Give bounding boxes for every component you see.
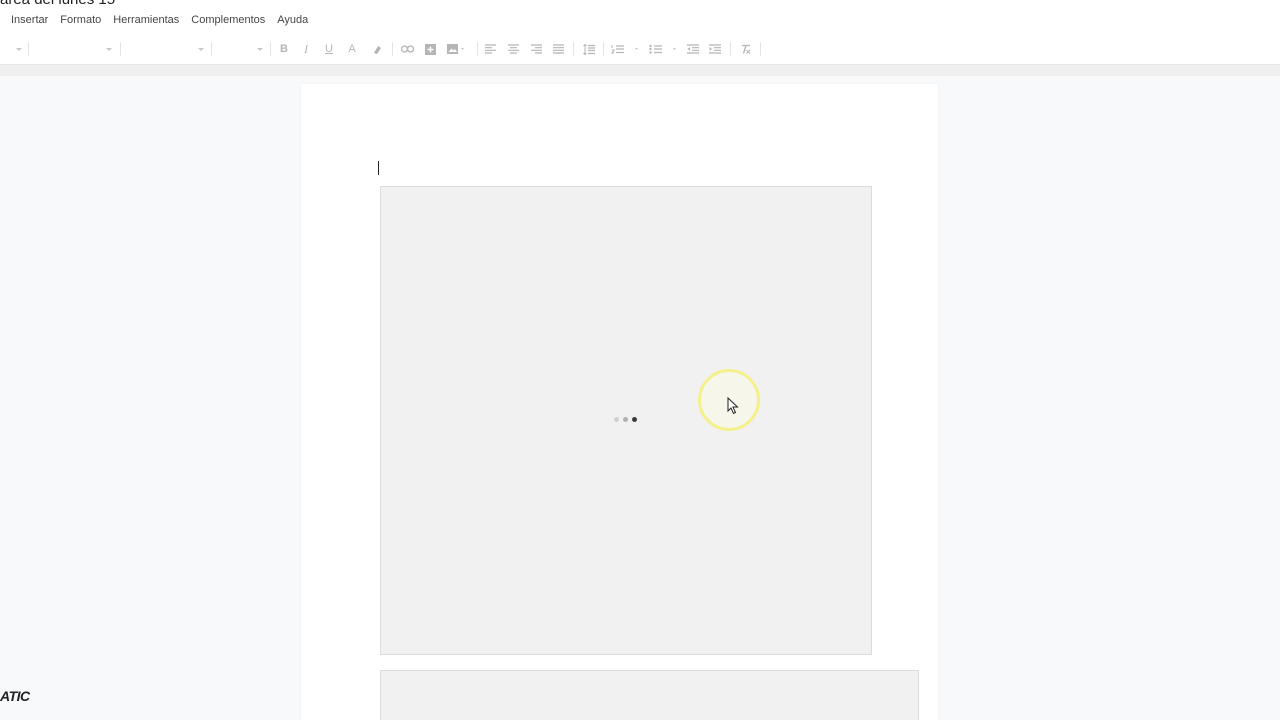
mouse-pointer-icon	[727, 396, 739, 420]
chevron-down-icon	[198, 47, 204, 51]
insert-link-button[interactable]	[398, 40, 416, 58]
align-center-icon	[507, 44, 519, 54]
chevron-down-icon	[257, 47, 263, 51]
toolbar-separator	[730, 42, 731, 56]
clear-formatting-button[interactable]	[736, 40, 754, 58]
styles-dropdown[interactable]	[8, 43, 22, 55]
line-spacing-button[interactable]	[580, 40, 598, 58]
toolbar-separator	[573, 42, 574, 56]
align-left-button[interactable]	[481, 40, 499, 58]
line-spacing-icon	[583, 43, 595, 55]
text-color-button[interactable]: A	[343, 40, 361, 58]
toolbar-separator	[477, 42, 478, 56]
font-size-dropdown[interactable]	[215, 43, 263, 55]
formatting-toolbar: B I U A	[0, 37, 1280, 61]
text-caret	[378, 161, 379, 175]
insert-comment-icon	[424, 43, 436, 55]
menu-bar: Insertar Formato Herramientas Complement…	[5, 11, 314, 29]
toolbar-separator	[270, 42, 271, 56]
bulleted-list-button[interactable]	[648, 40, 680, 58]
numbered-list-button[interactable]	[610, 40, 642, 58]
docs-editor-window: area del lunes 15 Insertar Formato Herra…	[0, 0, 1280, 720]
menu-addons[interactable]: Complementos	[185, 12, 271, 28]
underline-button[interactable]: U	[320, 40, 338, 58]
watermark-text: ATIC	[0, 688, 30, 704]
chevron-down-icon	[16, 47, 22, 51]
ruler-area	[0, 65, 1280, 76]
loading-dot	[614, 417, 619, 422]
increase-indent-button[interactable]	[706, 40, 724, 58]
align-center-button[interactable]	[504, 40, 522, 58]
loading-dot	[632, 417, 637, 422]
menu-insert[interactable]: Insertar	[5, 12, 54, 28]
italic-button[interactable]: I	[297, 40, 315, 58]
toolbar-separator	[603, 42, 604, 56]
toolbar-separator	[120, 42, 121, 56]
menu-format[interactable]: Formato	[54, 12, 107, 28]
clear-formatting-icon	[741, 44, 750, 54]
loading-indicator	[614, 417, 637, 422]
highlighter-icon	[373, 45, 381, 54]
paragraph-style-dropdown[interactable]	[32, 43, 112, 55]
toolbar-separator	[760, 42, 761, 56]
loading-dot	[623, 417, 628, 422]
insert-image-icon	[447, 44, 464, 54]
chevron-down-icon	[106, 47, 112, 51]
numbered-list-icon	[611, 45, 638, 54]
align-right-button[interactable]	[527, 40, 545, 58]
menu-help[interactable]: Ayuda	[271, 12, 314, 28]
increase-indent-icon	[709, 44, 721, 54]
align-justify-icon	[552, 44, 564, 54]
insert-comment-button[interactable]	[421, 40, 439, 58]
align-justify-button[interactable]	[549, 40, 567, 58]
align-left-icon	[484, 44, 496, 54]
align-right-icon	[530, 44, 542, 54]
font-family-dropdown[interactable]	[124, 43, 204, 55]
document-title[interactable]: area del lunes 15	[0, 0, 115, 8]
menu-tools[interactable]: Herramientas	[107, 12, 185, 28]
toolbar-separator	[28, 42, 29, 56]
bulleted-list-icon	[649, 44, 676, 54]
bold-button[interactable]: B	[275, 40, 293, 58]
toolbar-separator	[392, 42, 393, 56]
decrease-indent-icon	[687, 44, 699, 54]
link-icon	[400, 45, 414, 53]
highlighter-button[interactable]	[368, 40, 386, 58]
image-placeholder-secondary[interactable]	[380, 670, 919, 720]
toolbar-separator	[211, 42, 212, 56]
insert-image-button[interactable]	[444, 40, 470, 58]
decrease-indent-button[interactable]	[684, 40, 702, 58]
